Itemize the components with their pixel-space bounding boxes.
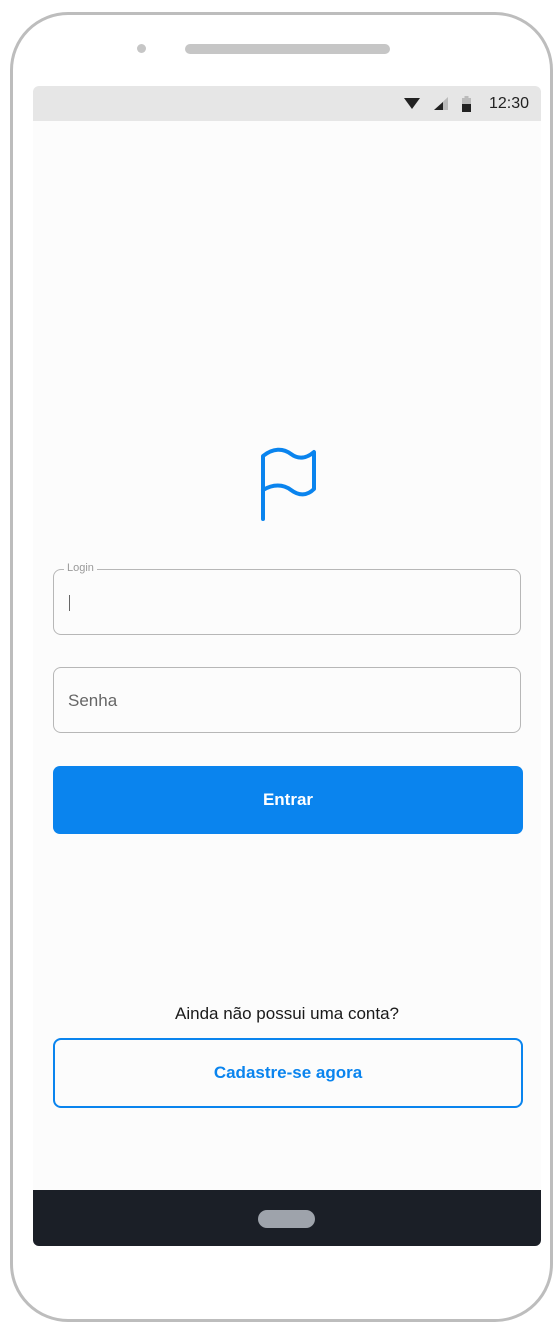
signup-prompt: Ainda não possui uma conta?	[175, 1004, 399, 1023]
text-cursor	[69, 595, 70, 611]
signal-icon	[433, 97, 448, 110]
status-icons: 12:30	[403, 86, 529, 121]
flag-icon	[261, 447, 316, 521]
status-time: 12:30	[488, 94, 529, 112]
app-screen: 12:30 Login Senha Entrar Ainda não possu…	[33, 86, 541, 1246]
home-button[interactable]	[258, 1210, 315, 1228]
status-bar: 12:30	[33, 86, 541, 121]
login-button[interactable]: Entrar	[53, 766, 523, 834]
navigation-bar	[33, 1190, 541, 1246]
speaker-grille	[185, 44, 390, 54]
wifi-icon	[403, 98, 420, 109]
login-label: Login	[64, 562, 97, 574]
login-field[interactable]: Login	[53, 562, 521, 635]
camera-dot	[137, 44, 146, 53]
signup-button[interactable]: Cadastre-se agora	[53, 1038, 523, 1108]
password-field[interactable]: Senha	[53, 667, 521, 733]
battery-icon	[461, 95, 471, 112]
password-placeholder: Senha	[68, 691, 118, 710]
